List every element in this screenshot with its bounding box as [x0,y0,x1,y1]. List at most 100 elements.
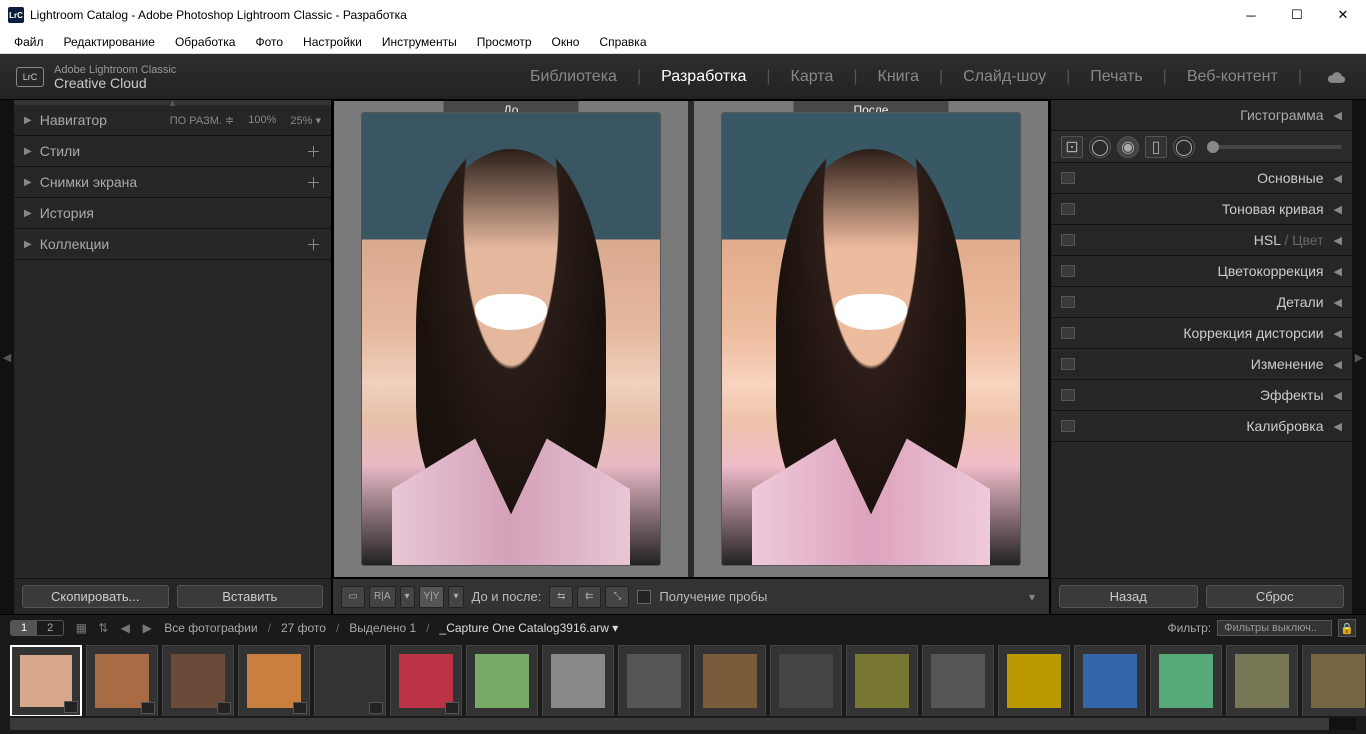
thumbnail[interactable]: 14⇅ [998,645,1070,716]
module-book[interactable]: Книга [864,62,933,92]
panel-switch-icon[interactable] [1061,358,1075,370]
plus-icon[interactable]: ＋ [306,234,321,255]
filter-dropdown[interactable]: Фильтры выключ.. [1217,620,1332,636]
navigator-header[interactable]: ▶ Навигатор ПО РАЗМ. ≑ 100% 25% ▾ [14,105,331,136]
menu-photo[interactable]: Фото [245,32,293,52]
filmstrip-source[interactable]: Все фотографии [164,621,257,635]
module-web[interactable]: Веб-контент [1173,62,1292,92]
menu-window[interactable]: Окно [542,32,590,52]
transform-panel-header[interactable]: Изменение◀ [1051,349,1352,380]
module-library[interactable]: Библиотека [516,62,631,92]
thumbnail[interactable]: 17⇅ [1226,645,1298,716]
panel-switch-icon[interactable] [1061,327,1075,339]
thumbnail[interactable]: 13⇅ [922,645,994,716]
copy-after-to-before-button[interactable]: ⤡ [605,586,629,608]
module-develop[interactable]: Разработка [647,62,760,92]
panel-switch-icon[interactable] [1061,234,1075,246]
thumbnail[interactable]: 10⇅ [694,645,766,716]
prev-photo-icon[interactable]: ◀ [118,621,132,635]
reset-button[interactable]: Сброс [1206,585,1345,608]
navigator-zoom-100[interactable]: 100% [248,114,276,126]
thumbnail[interactable]: 15⇅ [1074,645,1146,716]
panel-switch-icon[interactable] [1061,420,1075,432]
loupe-view-button[interactable]: ▭ [341,586,365,608]
swap-before-after-button[interactable]: ⇆ [549,586,573,608]
right-panel-collapse[interactable]: ▶ [1352,100,1366,614]
menu-view[interactable]: Просмотр [467,32,542,52]
copy-settings-button[interactable]: Скопировать... [22,585,169,608]
thumbnail[interactable]: 8⇅ [542,645,614,716]
paste-settings-button[interactable]: Вставить [177,585,324,608]
menu-file[interactable]: Файл [4,32,54,52]
tone-curve-header[interactable]: Тоновая кривая◀ [1051,194,1352,225]
basic-panel-header[interactable]: Основные◀ [1051,163,1352,194]
thumbnail[interactable]: 3⇅ [162,645,234,716]
color-grading-header[interactable]: Цветокоррекция◀ [1051,256,1352,287]
thumbnail[interactable]: 9⇅ [618,645,690,716]
effects-panel-header[interactable]: Эффекты◀ [1051,380,1352,411]
histogram-header[interactable]: Гистограмма◀ [1051,100,1352,131]
top-panel-toggle[interactable]: ▲ [168,98,178,109]
reference-view-button[interactable]: R|A [369,586,396,608]
menu-tools[interactable]: Инструменты [372,32,467,52]
grid-view-icon[interactable]: ▦ [74,621,88,635]
left-panel-collapse[interactable]: ◀ [0,100,14,614]
window-maximize-button[interactable]: ☐ [1274,0,1320,30]
copy-before-to-after-button[interactable]: ⇇ [577,586,601,608]
menu-edit[interactable]: Редактирование [54,32,165,52]
thumbnail[interactable]: 18⇅ [1302,645,1366,716]
sort-icon[interactable]: ⇅ [96,621,110,635]
thumbnail[interactable]: 16⇅ [1150,645,1222,716]
lens-corrections-header[interactable]: Коррекция дисторсии◀ [1051,318,1352,349]
plus-icon[interactable]: ＋ [306,141,321,162]
thumbnail[interactable]: 5⇅ [314,645,386,716]
collections-header[interactable]: ▶Коллекции＋ [14,229,331,260]
before-after-lr-button[interactable]: Y|Y [419,586,445,608]
presets-header[interactable]: ▶Стили＋ [14,136,331,167]
crop-tool-button[interactable]: ⊡ [1061,136,1083,158]
navigator-zoom-25[interactable]: 25% ▾ [290,114,321,127]
thumbnail[interactable]: 7⇅ [466,645,538,716]
panel-switch-icon[interactable] [1061,389,1075,401]
hsl-color-header[interactable]: HSL / Цвет◀ [1051,225,1352,256]
menu-help[interactable]: Справка [589,32,656,52]
history-header[interactable]: ▶История [14,198,331,229]
next-photo-icon[interactable]: ▶ [140,621,154,635]
filmstrip-filename[interactable]: _Capture One Catalog3916.arw ▾ [440,621,619,635]
thumbnail-strip[interactable]: 1⇅2⇅3⇅4⇅5⇅6⇅7⇅8⇅9⇅10⇅11⇅12⇅13⇅14⇅15⇅16⇅1… [0,641,1366,716]
redeye-tool-button[interactable]: ◉ [1117,136,1139,158]
before-view[interactable]: До [334,101,688,577]
after-view[interactable]: После [694,101,1048,577]
panel-switch-icon[interactable] [1061,265,1075,277]
before-after-dropdown[interactable]: ▾ [448,586,463,608]
menu-settings[interactable]: Настройки [293,32,372,52]
detail-panel-header[interactable]: Детали◀ [1051,287,1352,318]
panel-switch-icon[interactable] [1061,296,1075,308]
thumbnail[interactable]: 1⇅ [10,645,82,716]
navigator-fit-mode[interactable]: ПО РАЗМ. ≑ [170,114,234,127]
filmstrip-scrollbar[interactable] [10,718,1356,730]
panel-switch-icon[interactable] [1061,203,1075,215]
plus-icon[interactable]: ＋ [306,172,321,193]
module-slideshow[interactable]: Слайд-шоу [949,62,1060,92]
monitor-toggle[interactable]: 12 [10,620,64,636]
window-close-button[interactable]: ✕ [1320,0,1366,30]
thumbnail[interactable]: 2⇅ [86,645,158,716]
calibration-panel-header[interactable]: Калибровка◀ [1051,411,1352,442]
thumbnail[interactable]: 12⇅ [846,645,918,716]
thumbnail[interactable]: 6⇅ [390,645,462,716]
filter-lock-icon[interactable]: 🔒 [1338,619,1356,637]
cloud-sync-icon[interactable] [1326,70,1346,84]
radial-filter-button[interactable]: ◯ [1173,136,1195,158]
reference-dropdown[interactable]: ▾ [400,586,415,608]
menu-develop[interactable]: Обработка [165,32,246,52]
previous-button[interactable]: Назад [1059,585,1198,608]
module-map[interactable]: Карта [777,62,848,92]
spot-removal-button[interactable]: ◯ [1089,136,1111,158]
window-minimize-button[interactable]: ─ [1228,0,1274,30]
mask-slider[interactable] [1207,145,1342,149]
snapshots-header[interactable]: ▶Снимки экрана＋ [14,167,331,198]
thumbnail[interactable]: 4⇅ [238,645,310,716]
module-print[interactable]: Печать [1076,62,1156,92]
masking-tool-button[interactable]: ▯ [1145,136,1167,158]
